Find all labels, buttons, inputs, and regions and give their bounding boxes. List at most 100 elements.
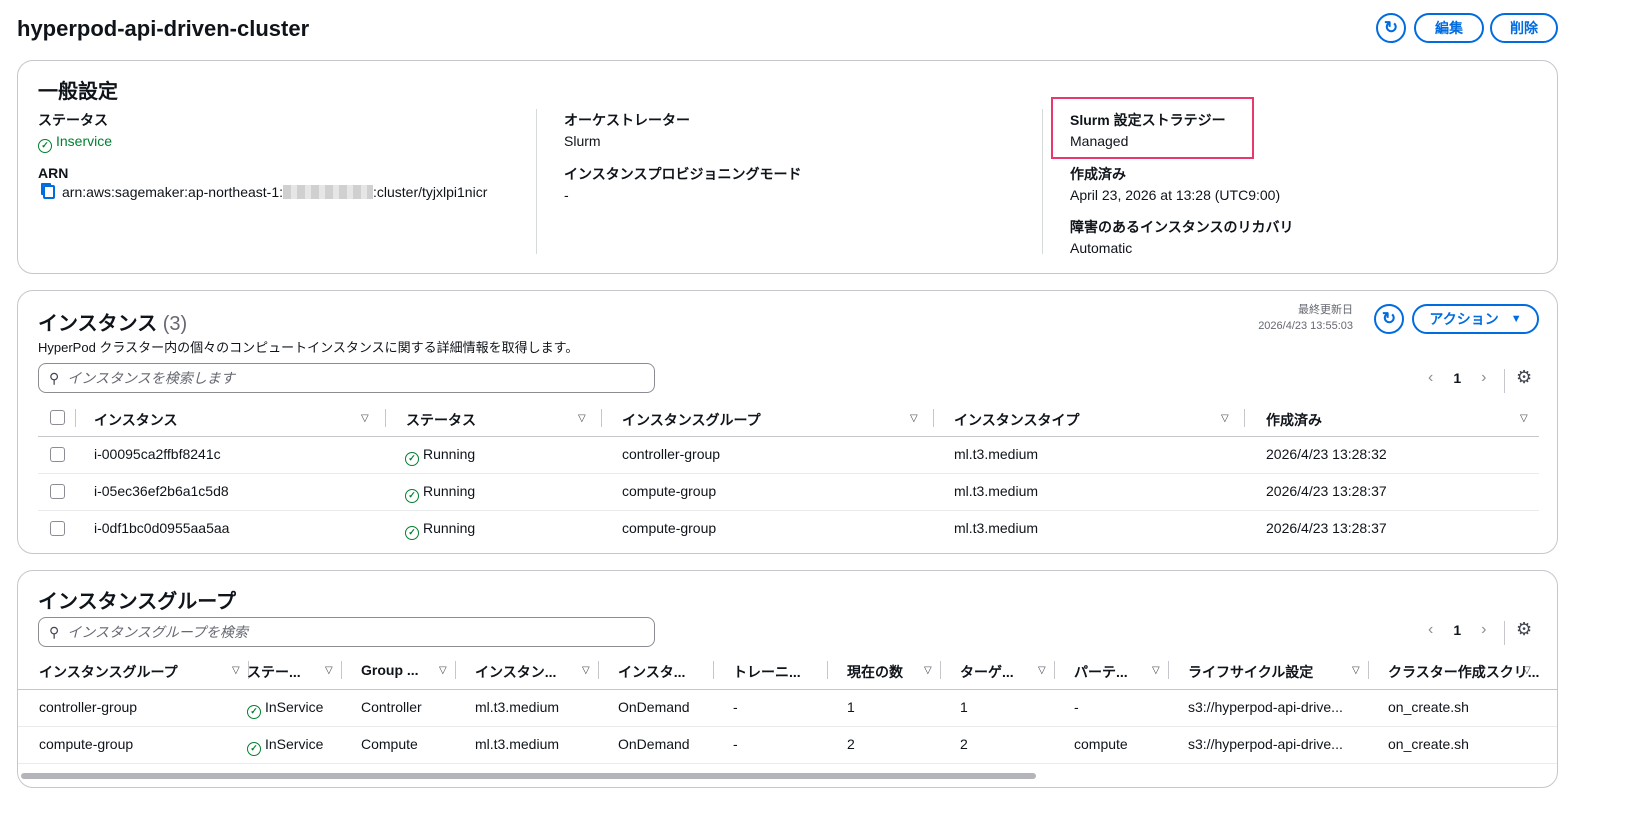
settings-gear-icon[interactable]: ⚙ [1516, 367, 1532, 388]
column-header-1[interactable]: ステー... [247, 662, 301, 682]
column-header-5[interactable]: トレーニ... [733, 662, 801, 682]
column-divider [455, 661, 456, 679]
sort-icon[interactable]: ▽ [1038, 665, 1046, 676]
settings-gear-icon[interactable]: ⚙ [1516, 619, 1532, 640]
status-cell: ✓ InService [247, 736, 323, 756]
select-all-checkbox[interactable] [50, 410, 65, 425]
highlight-box [1051, 97, 1254, 159]
column-header-2[interactable]: Group ... [361, 662, 419, 678]
cell-4: OnDemand [618, 699, 690, 715]
actions-dropdown[interactable]: アクション ▼ [1412, 304, 1539, 334]
sort-icon[interactable]: ▽ [924, 665, 932, 676]
sort-icon[interactable]: ▽ [232, 665, 240, 676]
recovery-label: 障害のあるインスタンスのリカバリ [1070, 219, 1294, 235]
caret-down-icon: ▼ [1510, 313, 1522, 325]
cell-0[interactable]: compute-group [39, 736, 133, 752]
delete-button[interactable]: 削除 [1490, 13, 1558, 43]
table-row[interactable]: compute-group ✓ InService Compute ml.t3.medi… [18, 726, 1557, 763]
prev-page-icon[interactable]: ‹ [1428, 369, 1433, 387]
instance-group: controller-group [622, 446, 721, 462]
sort-icon[interactable]: ▽ [1221, 413, 1229, 424]
prev-page-icon[interactable]: ‹ [1428, 621, 1433, 639]
scrollbar-thumb[interactable] [21, 773, 1036, 779]
refresh-instances-button[interactable]: ↻ [1374, 304, 1404, 334]
cell-8: - [1074, 699, 1079, 715]
instance-id[interactable]: i-00095ca2ffbf8241c [94, 446, 221, 462]
search-icon: ⚲ [49, 623, 60, 640]
cell-2: Controller [361, 699, 422, 715]
column-divider [827, 661, 828, 679]
status-label: ステータス [38, 112, 108, 128]
instance-id[interactable]: i-05ec36ef2b6a1c5d8 [94, 483, 229, 499]
status-text: Running [423, 446, 476, 462]
sort-icon[interactable]: ▽ [1152, 665, 1160, 676]
status-text: Running [423, 483, 476, 499]
sort-icon[interactable]: ▽ [325, 665, 333, 676]
column-header-group[interactable]: インスタンスグループ [622, 410, 761, 430]
edit-button[interactable]: 編集 [1414, 13, 1484, 43]
sort-icon[interactable]: ▽ [910, 413, 918, 424]
refresh-button[interactable]: ↻ [1376, 13, 1406, 43]
table-row[interactable]: i-00095ca2ffbf8241c ✓ Running controller-gr… [38, 436, 1539, 473]
sort-icon[interactable]: ▽ [1523, 665, 1531, 676]
cell-6: 2 [847, 736, 855, 752]
column-header-created[interactable]: 作成済み [1266, 410, 1322, 430]
arn-label: ARN [38, 165, 69, 181]
row-checkbox[interactable] [50, 521, 65, 536]
status-text: InService [265, 736, 324, 752]
row-checkbox[interactable] [50, 447, 65, 462]
next-page-icon[interactable]: › [1481, 621, 1486, 639]
page-number[interactable]: 1 [1453, 622, 1461, 638]
page-title: hyperpod-api-driven-cluster [17, 16, 310, 41]
instance-type: ml.t3.medium [954, 520, 1039, 536]
column-header-10[interactable]: クラスター作成スクリ... [1388, 662, 1539, 682]
instance-search-input[interactable]: ⚲ インスタンスを検索します [38, 363, 655, 393]
next-page-icon[interactable]: › [1481, 369, 1486, 387]
section-title: インスタンスグループ [38, 591, 236, 613]
column-header-6[interactable]: 現在の数 [847, 662, 903, 682]
redacted-account [283, 185, 373, 199]
instance-id[interactable]: i-0df1bc0d0955aa5aa [94, 520, 229, 536]
provisioning-value: - [564, 187, 569, 203]
sort-icon[interactable]: ▽ [582, 665, 590, 676]
table-row[interactable]: controller-group ✓ InService Controller ml.t… [18, 689, 1557, 726]
page-number[interactable]: 1 [1453, 370, 1461, 386]
cell-3: ml.t3.medium [475, 736, 560, 752]
row-checkbox[interactable] [50, 484, 65, 499]
column-divider [1368, 661, 1369, 679]
cell-0[interactable]: controller-group [39, 699, 137, 715]
sort-icon[interactable]: ▽ [361, 413, 369, 424]
group-search-input[interactable]: ⚲ インスタンスグループを検索 [38, 617, 655, 647]
refresh-icon: ↻ [1383, 18, 1399, 37]
column-header-4[interactable]: インスタ... [618, 662, 685, 682]
column-header-type[interactable]: インスタンスタイプ [954, 410, 1079, 430]
horizontal-scrollbar[interactable] [18, 771, 1557, 781]
table-row[interactable]: i-05ec36ef2b6a1c5d8 ✓ Running compute-group… [38, 473, 1539, 510]
sort-icon[interactable]: ▽ [578, 413, 586, 424]
arn-prefix: arn:aws:sagemaker:ap-northeast-1: [62, 184, 283, 200]
pagination: ‹ 1 › [1428, 621, 1486, 639]
status-cell: ✓ InService [247, 699, 323, 719]
recovery-value: Automatic [1070, 240, 1133, 256]
copy-icon[interactable] [43, 185, 55, 199]
created-at: 2026/4/23 13:28:32 [1266, 446, 1387, 462]
column-header-0[interactable]: インスタンスグループ [39, 662, 178, 682]
instance-group: compute-group [622, 520, 717, 536]
column-header-3[interactable]: インスタン... [475, 662, 556, 682]
column-header-8[interactable]: パーテ... [1074, 662, 1128, 682]
column-header-instance[interactable]: インスタンス [94, 410, 177, 430]
pagination: ‹ 1 › [1428, 369, 1486, 387]
cell-8: compute [1074, 736, 1128, 752]
actions-label: アクション [1429, 311, 1499, 327]
column-header-7[interactable]: ターゲ... [960, 662, 1014, 682]
cell-6: 1 [847, 699, 855, 715]
sort-icon[interactable]: ▽ [1520, 413, 1528, 424]
provisioning-label: インスタンスプロビジョニングモード [564, 166, 802, 182]
table-row[interactable]: i-0df1bc0d0955aa5aa ✓ Running compute-group… [38, 510, 1539, 547]
status-text: InService [265, 699, 324, 715]
column-header-status[interactable]: ステータス [406, 410, 476, 430]
column-header-9[interactable]: ライフサイクル設定 [1188, 662, 1313, 682]
sort-icon[interactable]: ▽ [439, 665, 447, 676]
instance-group: compute-group [622, 483, 717, 499]
sort-icon[interactable]: ▽ [1352, 665, 1360, 676]
